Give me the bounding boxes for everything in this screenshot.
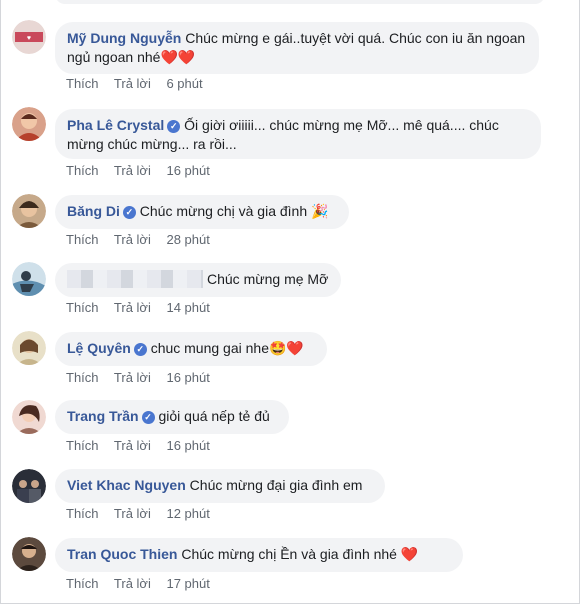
comment-author[interactable]: Viet Khac Nguyen xyxy=(67,477,186,493)
comment-actions: Thích Trả lời 16 phút xyxy=(66,438,222,453)
heart-emoji-icon: ❤️❤️ xyxy=(160,49,196,65)
reply-button[interactable]: Trả lời xyxy=(114,163,151,178)
avatar[interactable]: ♥ xyxy=(12,20,46,54)
like-button[interactable]: Thích xyxy=(66,506,99,521)
star-eyes-heart-emoji-icon: 🤩❤️ xyxy=(269,340,304,356)
comment-actions: Thích Trả lời 16 phút xyxy=(66,163,222,178)
like-button[interactable]: Thích xyxy=(66,163,99,178)
comment-actions: Thích Trả lời 6 phút xyxy=(66,76,215,91)
reply-button[interactable]: Trả lời xyxy=(114,76,151,91)
comment-actions: Thích Trả lời 12 phút xyxy=(66,506,222,521)
comment-time[interactable]: 16 phút xyxy=(166,438,209,453)
comment-actions: Thích Trả lời 16 phút xyxy=(66,370,222,385)
reply-button[interactable]: Trả lời xyxy=(114,232,151,247)
heart-emoji-icon: ❤️ xyxy=(400,546,419,562)
comment-text: chuc mung gai nhe xyxy=(150,340,269,356)
verified-badge-icon: ✓ xyxy=(122,206,136,219)
comment-bubble: Pha Lê Crystal ✓ Ối giời ơiiiii... chúc m… xyxy=(55,109,541,159)
previous-comment-bubble xyxy=(55,0,545,4)
reply-button[interactable]: Trả lời xyxy=(114,506,151,521)
comment-time[interactable]: 28 phút xyxy=(166,232,209,247)
blurred-author-name[interactable] xyxy=(67,270,203,288)
verified-badge-icon: ✓ xyxy=(133,343,147,356)
avatar[interactable] xyxy=(12,469,46,503)
comment-author[interactable]: Tran Quoc Thien xyxy=(67,546,177,562)
comment-bubble: Băng Di ✓ Chúc mừng chị và gia đình 🎉 xyxy=(55,195,349,229)
comment-author[interactable]: Lệ Quyên xyxy=(67,340,131,356)
like-button[interactable]: Thích xyxy=(66,232,99,247)
avatar[interactable] xyxy=(12,262,46,296)
comment-author[interactable]: Băng Di xyxy=(67,203,120,219)
svg-text:♥: ♥ xyxy=(27,35,31,42)
like-button[interactable]: Thích xyxy=(66,438,99,453)
reply-button[interactable]: Trả lời xyxy=(114,370,151,385)
comment-time[interactable]: 17 phút xyxy=(166,576,209,591)
reply-button[interactable]: Trả lời xyxy=(114,438,151,453)
comment-bubble: Tran Quoc Thien Chúc mừng chị Ền và gia … xyxy=(55,538,463,572)
reply-button[interactable]: Trả lời xyxy=(114,300,151,315)
comment-time[interactable]: 14 phút xyxy=(166,300,209,315)
comments-panel: ♥ Mỹ Dung Nguyễn Chúc mừng e gái..tuyệt … xyxy=(0,0,580,604)
comment-time[interactable]: 16 phút xyxy=(166,163,209,178)
comment-bubble: Mỹ Dung Nguyễn Chúc mừng e gái..tuyệt vờ… xyxy=(55,22,539,74)
avatar[interactable] xyxy=(12,107,46,141)
comment-actions: Thích Trả lời 17 phút xyxy=(66,576,222,591)
comment-bubble: Chúc mừng mẹ Mỡ xyxy=(55,263,341,297)
comment-bubble: Lệ Quyên ✓ chuc mung gai nhe🤩❤️ xyxy=(55,332,327,366)
like-button[interactable]: Thích xyxy=(66,300,99,315)
comment-time[interactable]: 12 phút xyxy=(166,506,209,521)
comment-bubble: Viet Khac Nguyen Chúc mừng đại gia đình … xyxy=(55,469,385,503)
comment-text: Chúc mừng chị Ền và gia đình nhé xyxy=(181,546,397,562)
avatar[interactable] xyxy=(12,194,46,228)
like-button[interactable]: Thích xyxy=(66,76,99,91)
comment-text: giỏi quá nếp tẻ đủ xyxy=(158,408,270,424)
comment-author[interactable]: Mỹ Dung Nguyễn xyxy=(67,30,181,46)
avatar[interactable] xyxy=(12,400,46,434)
comment-text: Chúc mừng chị và gia đình xyxy=(139,203,308,219)
party-emoji-icon: 🎉 xyxy=(311,203,329,219)
comment-actions: Thích Trả lời 14 phút xyxy=(66,300,222,315)
like-button[interactable]: Thích xyxy=(66,576,99,591)
comment-text: Chúc mừng mẹ Mỡ xyxy=(207,271,329,287)
comment-author[interactable]: Pha Lê Crystal xyxy=(67,117,164,133)
comment-author[interactable]: Trang Trần xyxy=(67,408,139,424)
like-button[interactable]: Thích xyxy=(66,370,99,385)
verified-badge-icon: ✓ xyxy=(167,120,181,133)
comment-time[interactable]: 6 phút xyxy=(166,76,202,91)
comment-bubble: Trang Trần ✓ giỏi quá nếp tẻ đủ xyxy=(55,400,289,434)
avatar[interactable] xyxy=(12,537,46,571)
comment-text: Chúc mừng đại gia đình em xyxy=(189,477,363,493)
avatar[interactable] xyxy=(12,331,46,365)
reply-button[interactable]: Trả lời xyxy=(114,576,151,591)
comment-time[interactable]: 16 phút xyxy=(166,370,209,385)
comment-actions: Thích Trả lời 28 phút xyxy=(66,232,222,247)
verified-badge-icon: ✓ xyxy=(141,411,155,424)
